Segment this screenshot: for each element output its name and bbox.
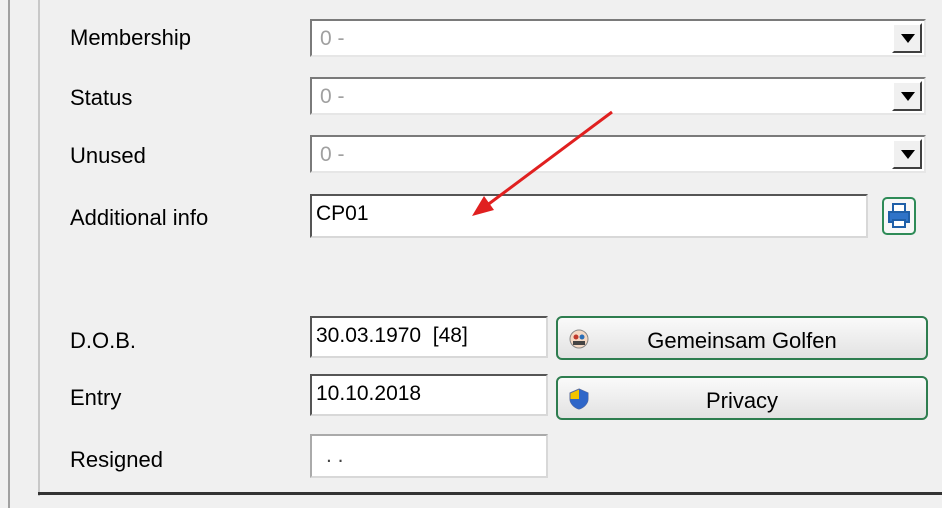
annotation-arrow — [472, 110, 613, 216]
